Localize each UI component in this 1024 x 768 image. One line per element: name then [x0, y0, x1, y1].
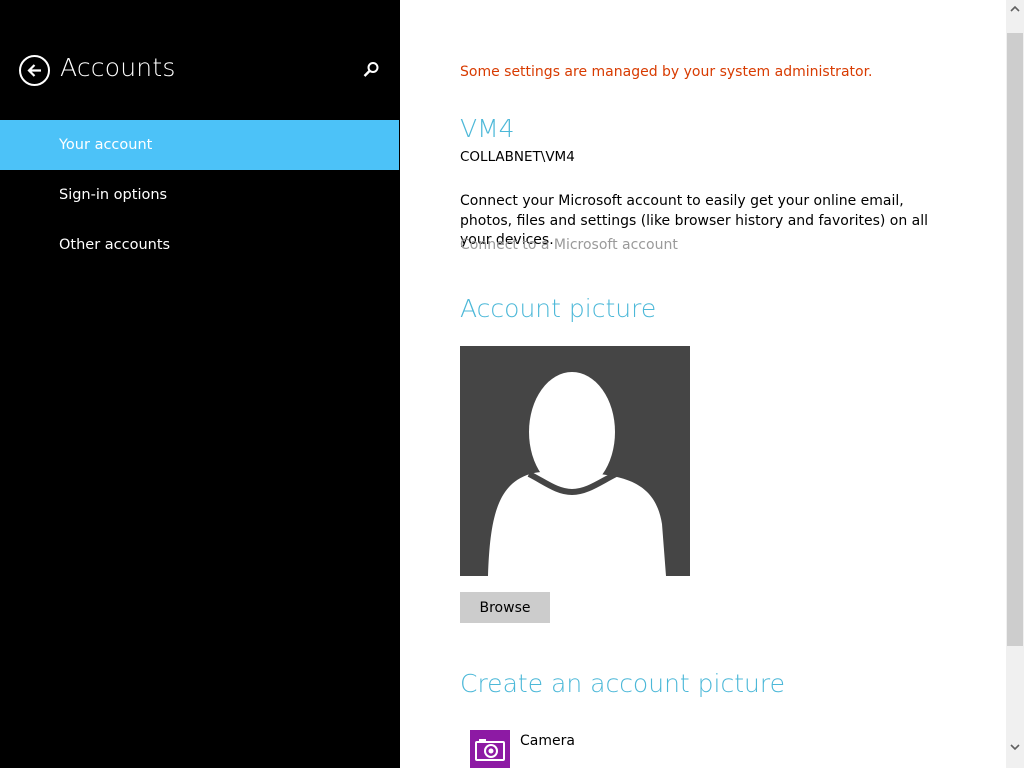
page-title: Accounts — [60, 53, 176, 82]
connect-microsoft-account-link[interactable]: Connect to a Microsoft account — [460, 237, 678, 253]
admin-notice: Some settings are managed by your system… — [460, 64, 873, 80]
vertical-scrollbar[interactable] — [1006, 0, 1024, 768]
account-domain: COLLABNET\VM4 — [460, 149, 575, 165]
back-button[interactable] — [19, 55, 50, 86]
app-label: Camera — [520, 733, 575, 749]
nav-item-sign-in-options[interactable]: Sign-in options — [0, 170, 400, 220]
scroll-down-button[interactable] — [1006, 738, 1024, 756]
account-picture-heading: Account picture — [460, 294, 657, 323]
account-picture — [460, 346, 690, 576]
camera-app-item[interactable]: Camera — [470, 730, 670, 768]
settings-left-pane: Accounts Your account Sign-in options Ot… — [0, 0, 400, 768]
settings-content-pane: Some settings are managed by your system… — [400, 0, 1006, 768]
search-icon — [363, 62, 379, 77]
chevron-down-icon — [1010, 744, 1020, 751]
account-name: VM4 — [460, 114, 515, 143]
nav-item-other-accounts[interactable]: Other accounts — [0, 220, 400, 270]
back-arrow-icon — [27, 64, 41, 77]
nav-item-your-account[interactable]: Your account — [0, 120, 399, 170]
accounts-nav: Your account Sign-in options Other accou… — [0, 120, 400, 270]
default-user-avatar-icon — [488, 372, 666, 576]
create-picture-heading: Create an account picture — [460, 669, 785, 698]
app-tile — [470, 730, 510, 768]
scroll-thumb[interactable] — [1007, 33, 1023, 646]
chevron-up-icon — [1010, 5, 1020, 12]
search-button[interactable] — [361, 60, 381, 80]
browse-button[interactable]: Browse — [460, 592, 550, 623]
camera-icon — [475, 739, 505, 761]
scroll-up-button[interactable] — [1006, 0, 1024, 18]
